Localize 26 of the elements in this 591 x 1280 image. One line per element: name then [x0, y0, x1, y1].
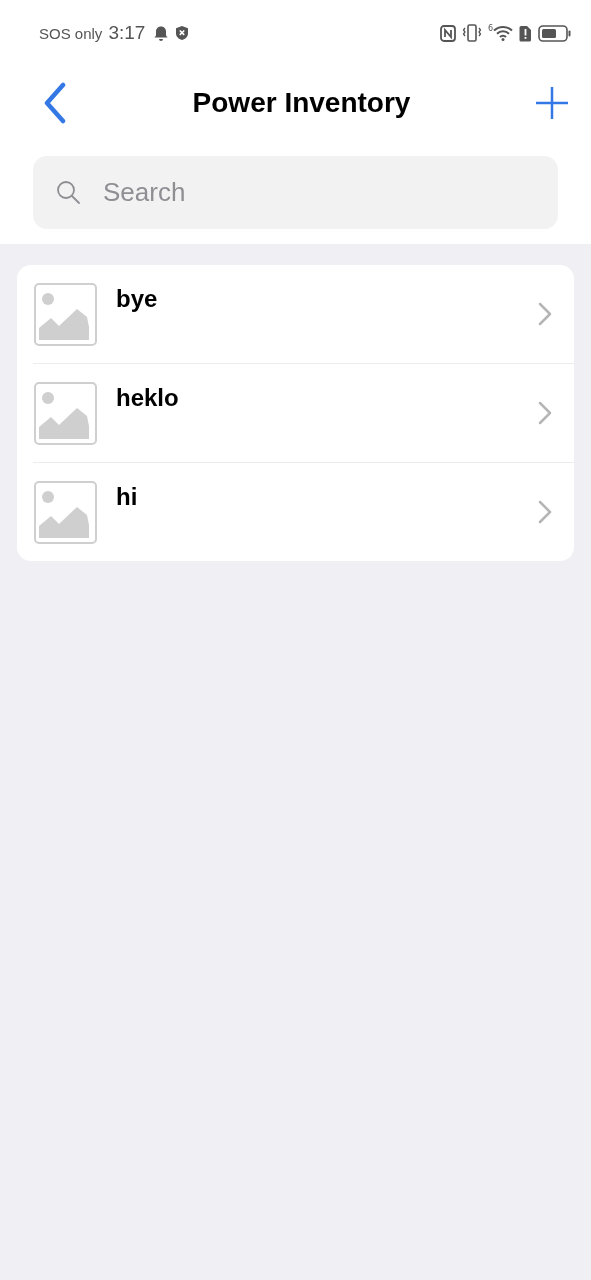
list-item[interactable]: bye — [17, 265, 574, 363]
back-button[interactable] — [42, 82, 68, 124]
network-label: 6 — [487, 25, 493, 33]
search-field[interactable]: Search — [33, 156, 558, 229]
chevron-right-icon — [538, 500, 552, 524]
add-button[interactable] — [535, 86, 569, 120]
list-item[interactable]: heklo — [17, 364, 574, 462]
image-placeholder-icon — [34, 381, 97, 445]
shield-icon — [175, 25, 190, 41]
item-name: hi — [116, 483, 139, 511]
item-name: bye — [116, 285, 159, 313]
vibrate-icon — [461, 24, 482, 42]
battery-icon — [538, 24, 571, 42]
page-title: Power Inventory — [192, 87, 411, 119]
chevron-right-icon — [538, 401, 552, 425]
nfc-icon — [439, 24, 456, 42]
clock-time: 3:17 — [108, 22, 146, 44]
list-item[interactable]: hi — [17, 463, 574, 561]
bell-icon — [153, 24, 170, 42]
carrier-text: SOS only — [39, 24, 103, 42]
image-placeholder-icon — [34, 480, 97, 544]
image-placeholder-icon — [34, 282, 97, 346]
chevron-right-icon — [538, 302, 552, 326]
wifi-icon — [493, 25, 513, 41]
sim-alert-icon — [519, 24, 532, 42]
item-name: heklo — [116, 384, 180, 412]
